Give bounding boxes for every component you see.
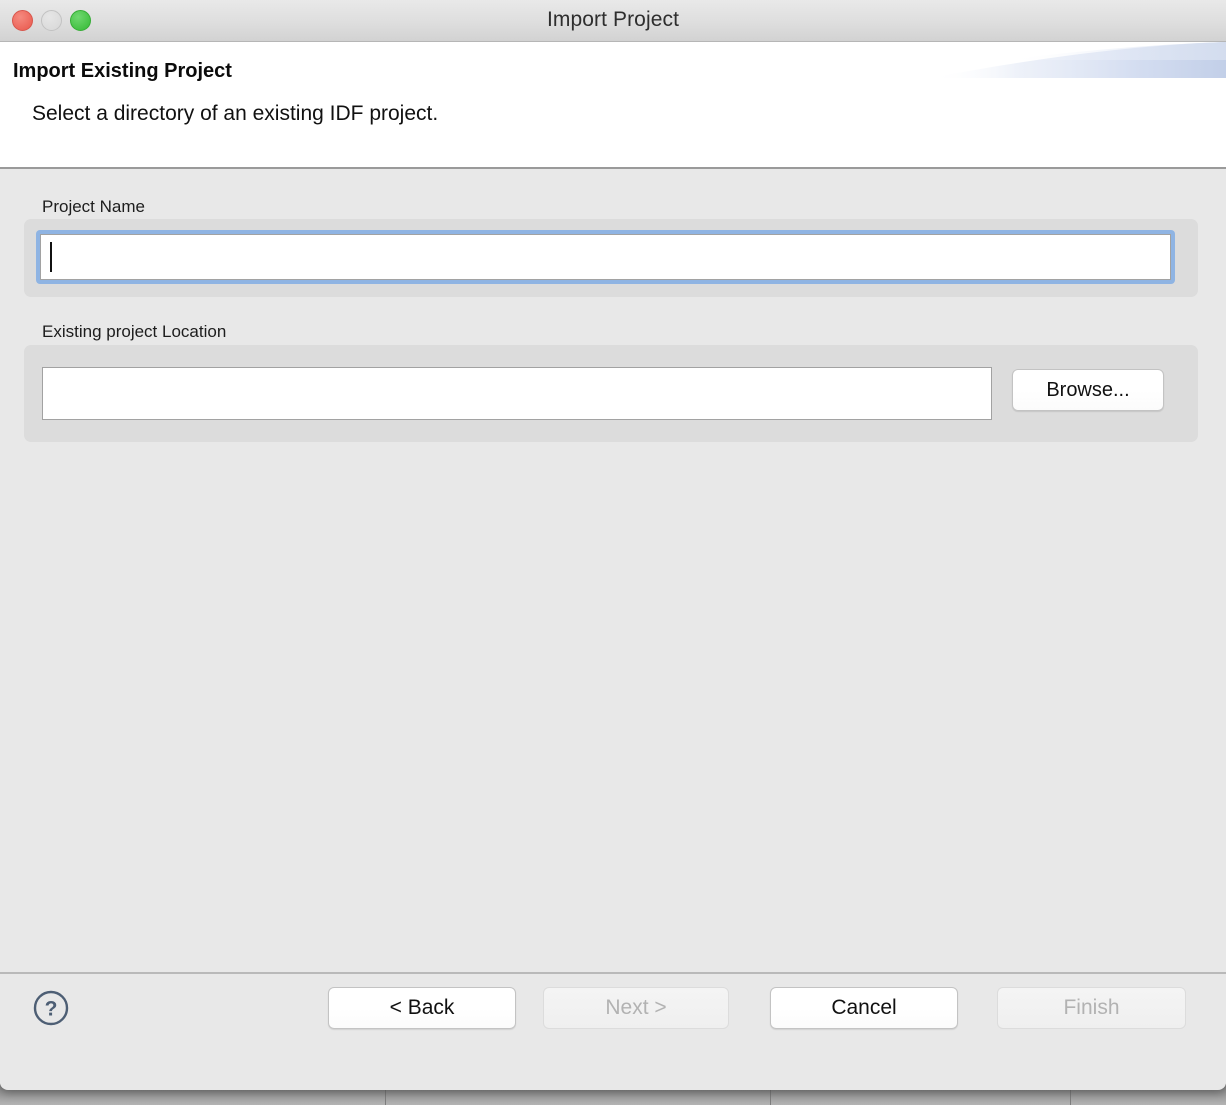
help-button[interactable]: ? <box>33 990 69 1026</box>
page-description: Select a directory of an existing IDF pr… <box>32 102 438 126</box>
existing-location-label: Existing project Location <box>42 322 226 342</box>
wizard-footer: ? < Back Next > Cancel Finish <box>0 972 1226 1088</box>
text-caret <box>50 242 52 272</box>
cancel-button[interactable]: Cancel <box>770 987 958 1029</box>
project-name-label: Project Name <box>42 197 145 217</box>
svg-text:?: ? <box>45 998 58 1021</box>
finish-button[interactable]: Finish <box>997 987 1186 1029</box>
back-button[interactable]: < Back <box>328 987 516 1029</box>
existing-location-input-wrap <box>42 367 992 420</box>
project-name-group <box>24 219 1198 297</box>
background-window-divider <box>1070 1088 1071 1105</box>
background-window <box>0 1088 1226 1105</box>
import-project-dialog: Import Project <box>0 0 1226 1090</box>
question-mark-circle-icon: ? <box>33 990 69 1026</box>
wizard-header: Import Existing Project Select a directo… <box>0 42 1226 169</box>
header-banner-decoration <box>886 42 1226 128</box>
page-title: Import Existing Project <box>13 60 232 83</box>
screenshot-root: Import Project <box>0 0 1226 1105</box>
background-window-divider <box>385 1088 386 1105</box>
existing-location-input[interactable] <box>42 367 992 420</box>
browse-button[interactable]: Browse... <box>1012 369 1164 411</box>
window-titlebar: Import Project <box>0 0 1226 42</box>
existing-location-group: Browse... <box>24 345 1198 442</box>
wizard-body: Project Name Existing project Location B… <box>0 169 1226 972</box>
background-window-divider <box>770 1088 771 1105</box>
next-button[interactable]: Next > <box>543 987 729 1029</box>
window-title: Import Project <box>0 8 1226 32</box>
project-name-input[interactable] <box>40 234 1171 280</box>
